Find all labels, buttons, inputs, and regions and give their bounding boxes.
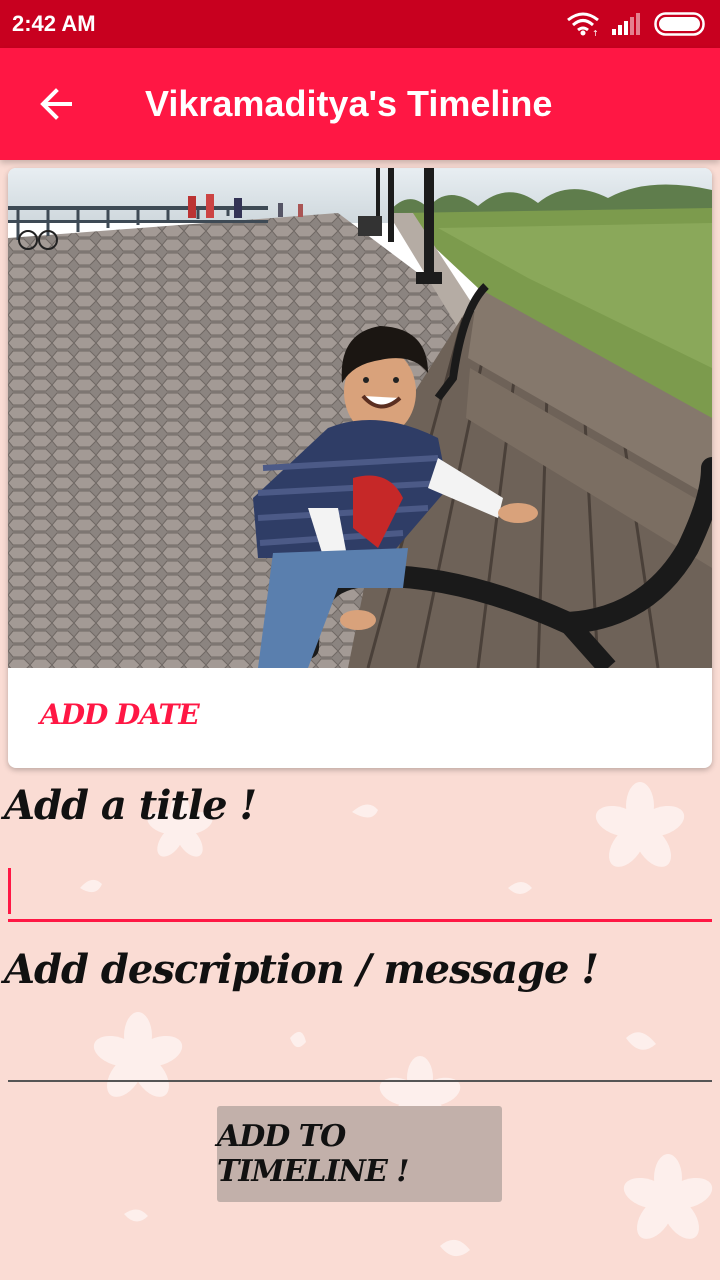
status-bar: 2:42 AM ↑↓ — [0, 0, 720, 48]
add-date-button[interactable]: ADD DATE — [40, 698, 200, 731]
back-button[interactable] — [0, 48, 112, 160]
app-bar: Vikramaditya's Timeline — [0, 48, 720, 160]
add-to-timeline-button[interactable]: ADD TO TIMELINE ! — [217, 1106, 502, 1202]
status-time: 2:42 AM — [12, 11, 96, 36]
battery-icon — [654, 12, 705, 36]
signal-icon — [612, 13, 640, 35]
description-label: Add description / message ! — [4, 946, 599, 993]
title-label: Add a title ! — [4, 782, 257, 829]
status-icons: ↑↓ — [566, 12, 708, 36]
photo-card: ADD DATE — [8, 168, 712, 768]
child-photo[interactable] — [8, 168, 712, 668]
page-title: Vikramaditya's Timeline — [145, 83, 553, 124]
svg-text:↑↓: ↑↓ — [592, 29, 600, 36]
description-input[interactable] — [8, 1020, 712, 1082]
text-cursor — [8, 868, 11, 914]
wifi-icon: ↑↓ — [567, 12, 600, 36]
title-input[interactable] — [8, 862, 712, 922]
arrow-left-icon — [40, 88, 72, 120]
